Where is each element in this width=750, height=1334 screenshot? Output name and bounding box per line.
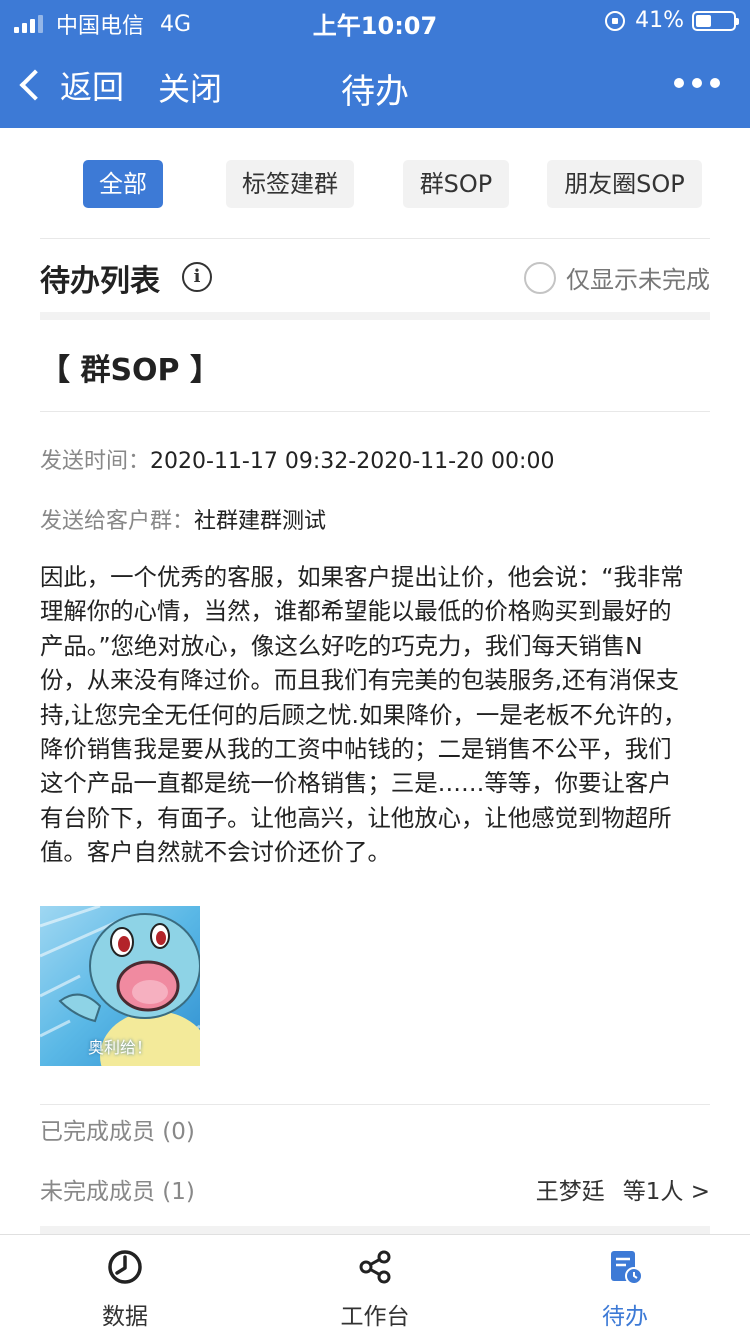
status-bar: 中国电信 4G 上午10:07 41% <box>0 0 750 42</box>
tab-workbench[interactable]: 工作台 <box>250 1235 500 1334</box>
send-to-value: 社群建群测试 <box>194 509 327 534</box>
task-content: 因此，一个优秀的客服，如果客户提出让价，他会说：“我非常 理解你的心情，当然，谁… <box>40 560 712 870</box>
signal-icon <box>14 15 46 33</box>
content-line: 理解你的心情，当然，谁都希望能以最低的价格购买到最好的 <box>40 597 672 626</box>
network-type: 4G <box>160 11 192 37</box>
content-line: 持,让您完全无任何的后顾之忧.如果降价，一是老板不允许的， <box>40 700 687 729</box>
rotation-lock-icon <box>605 10 626 31</box>
send-time-row: 发送时间：2020-11-17 09:32-2020-11-20 00:00 <box>40 443 554 475</box>
info-icon[interactable]: i <box>182 262 212 292</box>
tab-label: 数据 <box>102 1304 148 1330</box>
image-caption: 奥利给！ <box>87 1038 152 1057</box>
send-to-row: 发送给客户群：社群建群测试 <box>40 503 326 535</box>
tab-todo[interactable]: 待办 <box>500 1235 750 1334</box>
section-separator <box>40 312 710 320</box>
back-button[interactable]: 返回 <box>16 62 124 108</box>
carrier-name: 中国电信 <box>56 14 145 39</box>
task-image[interactable]: 奥利给！ <box>40 906 200 1066</box>
clock-icon <box>108 1250 142 1284</box>
section-separator <box>40 1226 710 1234</box>
content-line: 有台阶下，有面子。让他高兴，让他放心，让他感觉到物超所 <box>40 803 672 832</box>
content-line: 因此，一个优秀的客服，如果客户提出让价，他会说：“我非常 <box>40 563 684 591</box>
status-left: 中国电信 4G <box>14 8 191 40</box>
battery-icon <box>692 10 739 31</box>
radio-icon[interactable] <box>524 261 556 294</box>
incomplete-member-name: 王梦廷 <box>535 1179 605 1205</box>
battery-percent: 41% <box>635 8 684 33</box>
send-to-label: 发送给客户群： <box>40 509 195 534</box>
send-time-label: 发送时间： <box>40 449 151 474</box>
nav-bar: 返回 关闭 待办 <box>0 42 750 128</box>
tab-label: 待办 <box>602 1304 648 1330</box>
top-bar: 中国电信 4G 上午10:07 41% 返回 关闭 待办 <box>0 0 750 128</box>
filter-moments-sop[interactable]: 朋友圈SOP <box>547 160 702 208</box>
share-icon <box>359 1250 391 1284</box>
content-line: 降价销售我是要从我的工资中帖钱的；二是销售不公平，我们 <box>40 735 672 764</box>
content-line: 这个产品一直都是统一价格销售；三是……等等，你要让客户 <box>40 769 672 798</box>
incomplete-member-more: 等1人 > <box>622 1179 710 1205</box>
completed-members-row[interactable]: 已完成成员 (0) <box>40 1112 710 1146</box>
content-line: 份，从来没有降过价。而且我们有完美的包装服务,还有消保支 <box>40 666 679 695</box>
filter-group-sop[interactable]: 群SOP <box>403 160 509 208</box>
list-header: 待办列表 i 仅显示未完成 <box>40 254 710 302</box>
bottom-tab-bar: 数据 工作台 待办 <box>0 1234 750 1334</box>
filter-tabs: 全部 标签建群 群SOP 朋友圈SOP <box>0 160 750 208</box>
incomplete-members-summary[interactable]: 王梦廷 等1人 > <box>518 1172 710 1206</box>
filter-tag-group[interactable]: 标签建群 <box>226 160 354 208</box>
divider <box>40 238 710 239</box>
completed-members-label: 已完成成员 (0) <box>40 1119 195 1145</box>
incomplete-members-label: 未完成成员 (1) <box>40 1179 195 1205</box>
tab-label: 工作台 <box>340 1304 410 1330</box>
tab-data[interactable]: 数据 <box>0 1235 250 1334</box>
close-button[interactable]: 关闭 <box>158 64 222 110</box>
todo-doc-icon <box>611 1251 643 1285</box>
only-incomplete-toggle[interactable]: 仅显示未完成 <box>524 260 710 295</box>
back-label: 返回 <box>60 68 125 106</box>
more-options-button[interactable] <box>666 78 720 88</box>
list-title: 待办列表 <box>40 264 160 299</box>
task-title: 【 群SOP 】 <box>40 353 220 388</box>
send-time-value: 2020-11-17 09:32-2020-11-20 00:00 <box>150 449 555 474</box>
content-line: 值。客户自然就不会讨价还价了。 <box>40 838 391 867</box>
incomplete-members-row[interactable]: 未完成成员 (1) 王梦廷 等1人 > <box>40 1172 710 1206</box>
only-incomplete-label: 仅显示未完成 <box>566 266 710 294</box>
filter-all[interactable]: 全部 <box>83 160 163 208</box>
chevron-left-icon <box>19 69 51 101</box>
divider <box>40 411 710 412</box>
more-dots-icon <box>674 78 684 88</box>
content-line: 产品。”您绝对放心，像这么好吃的巧克力，我们每天销售N <box>40 631 643 660</box>
divider <box>40 1104 710 1105</box>
status-right: 41% <box>605 8 739 33</box>
